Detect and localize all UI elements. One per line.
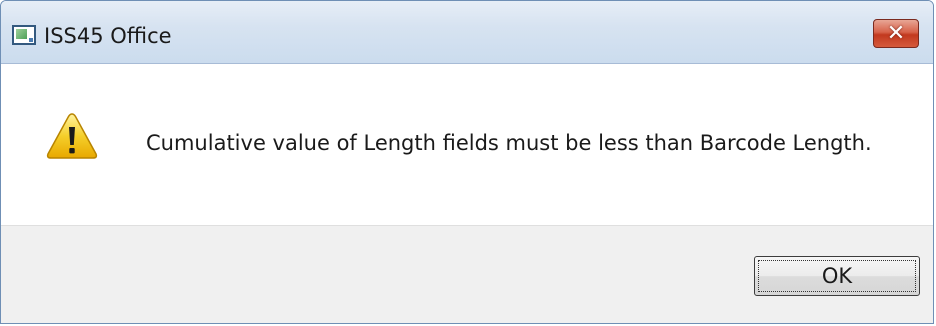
message-dialog-window: ISS45 Office ✕ Cumulative value of Lengt… <box>0 0 934 324</box>
focus-rectangle <box>758 260 916 292</box>
dialog-button-area: OK <box>1 225 933 323</box>
ok-button[interactable]: OK <box>754 256 920 296</box>
warning-icon <box>46 113 98 159</box>
close-button[interactable]: ✕ <box>873 19 919 48</box>
application-window-icon[interactable] <box>12 25 36 45</box>
title-bar[interactable]: ISS45 Office ✕ <box>1 1 933 64</box>
window-title: ISS45 Office <box>44 24 172 48</box>
dialog-content: Cumulative value of Length fields must b… <box>1 64 933 225</box>
close-x-icon: ✕ <box>886 20 906 46</box>
dialog-message: Cumulative value of Length fields must b… <box>146 131 872 155</box>
